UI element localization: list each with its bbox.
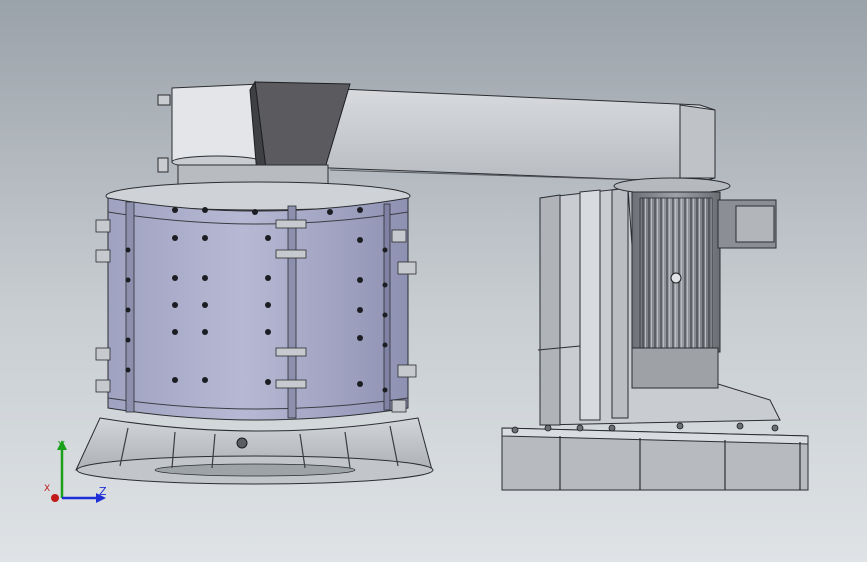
- axis-triad-arrows: [51, 440, 106, 503]
- z-axis-label: Z: [99, 485, 107, 498]
- y-axis-label: Y: [58, 439, 65, 452]
- crusher-base: [75, 417, 434, 485]
- cad-viewport[interactable]: Y Z X: [0, 0, 867, 562]
- crusher-3d-model[interactable]: [0, 0, 867, 562]
- axis-triad[interactable]: Y Z X: [40, 436, 120, 512]
- electric-motor: [613, 177, 777, 389]
- feed-chute: [157, 83, 263, 173]
- crusher-body: [95, 181, 417, 421]
- x-axis-label: X: [44, 484, 51, 494]
- skid-base: [501, 422, 809, 491]
